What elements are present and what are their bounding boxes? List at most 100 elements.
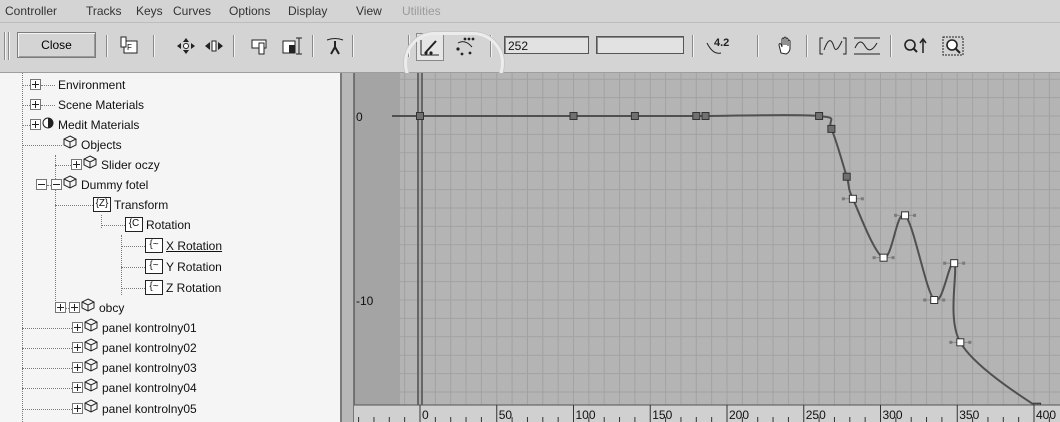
tree-item-medit-materials[interactable]: Medit Materials <box>22 116 139 134</box>
separator <box>757 35 759 57</box>
keyframe <box>630 112 639 120</box>
add-keys-icon[interactable] <box>322 33 348 59</box>
toolbar-grip <box>4 32 6 60</box>
curve-editor-graph[interactable]: 0 -10 0 50 100 150 200 250 300 350 400 <box>342 73 1060 422</box>
cube-icon <box>83 338 99 357</box>
keyframe <box>901 211 910 220</box>
keyframe <box>692 112 701 120</box>
tangent-handle-end <box>891 256 895 260</box>
tree-label: Y Rotation <box>166 260 222 274</box>
material-sphere-icon <box>41 116 55 134</box>
tangent-handle-end <box>962 261 966 265</box>
tree-label: Transform <box>114 198 169 212</box>
tree-label: Z Rotation <box>166 281 222 295</box>
slide-keys-icon[interactable] <box>201 33 227 59</box>
menu-curves[interactable]: Curves <box>173 4 211 18</box>
menu-controller[interactable]: Controller <box>5 4 57 18</box>
tree-item-slider-oczy[interactable]: Slider oczy <box>55 155 160 174</box>
move-keys-icon[interactable] <box>173 33 199 59</box>
pan-hand-icon[interactable] <box>773 33 799 59</box>
tree-item-x-rotation[interactable]: {~ X Rotation <box>121 237 222 255</box>
ruler-label: 150 <box>652 408 672 422</box>
frame-values-icon[interactable] <box>852 33 882 59</box>
separator <box>352 35 354 57</box>
transform-controller-icon: {Z} <box>93 197 111 213</box>
tree-item-dummy-fotel[interactable]: Dummy fotel <box>36 175 148 194</box>
keyframe <box>848 194 857 203</box>
menu-display[interactable]: Display <box>288 4 327 18</box>
keyframe <box>930 296 939 304</box>
tree-label: Scene Materials <box>58 98 145 112</box>
scale-keys-icon[interactable] <box>248 33 274 59</box>
tree-item-objects[interactable]: Objects <box>22 135 122 154</box>
cube-icon <box>83 318 99 337</box>
graph-left-border <box>342 73 354 422</box>
tree-item-panel-kontrolny03[interactable]: panel kontrolny03 <box>22 358 197 377</box>
tree-label: panel kontrolny01 <box>102 321 197 335</box>
menu-options[interactable]: Options <box>229 4 270 18</box>
frame-horizontal-icon[interactable] <box>818 33 848 59</box>
tree-item-y-rotation[interactable]: {~ Y Rotation <box>121 258 222 276</box>
keyframe <box>879 253 888 262</box>
keyframe <box>701 112 710 120</box>
curve-canvas[interactable]: 0 -10 0 50 100 150 200 250 300 350 400 <box>342 73 1060 422</box>
cube-icon <box>83 358 99 377</box>
tree-item-obcy[interactable]: obcy <box>55 298 125 317</box>
separator <box>806 35 808 57</box>
rotation-controller-icon: {C <box>125 217 143 233</box>
menu-tracks[interactable]: Tracks <box>86 4 122 18</box>
separator <box>106 35 108 57</box>
tangent-handle-end <box>923 298 927 302</box>
curve-controller-icon: {~ <box>145 238 163 254</box>
zoom-region-icon[interactable] <box>940 33 966 59</box>
menu-bar: Controller Tracks Keys Curves Options Di… <box>0 0 1060 23</box>
separator <box>233 35 235 57</box>
tree-item-panel-kontrolny01[interactable]: panel kontrolny01 <box>22 318 197 337</box>
tree-item-scene-materials[interactable]: Scene Materials <box>22 96 144 114</box>
cube-icon <box>83 378 99 397</box>
keyframe <box>827 124 836 133</box>
tree-item-panel-kontrolny04[interactable]: panel kontrolny04 <box>22 378 197 397</box>
tree-item-z-rotation[interactable]: {~ Z Rotation <box>121 279 221 297</box>
tree-label: obcy <box>99 301 125 315</box>
menu-keys[interactable]: Keys <box>136 4 163 18</box>
show-selected-key-stats-icon[interactable]: 4.2 <box>703 33 737 59</box>
tangent-handle-end <box>968 340 972 344</box>
track-view-hierarchy: Environment Scene Materials Medit Materi… <box>0 73 342 422</box>
ruler-label: 100 <box>576 408 596 422</box>
toolbar-grip-2 <box>8 32 10 60</box>
keyframe <box>416 112 424 120</box>
tree-item-environment[interactable]: Environment <box>22 76 125 94</box>
tree-label: panel kontrolny04 <box>102 381 197 395</box>
tree-label: Environment <box>58 78 126 92</box>
time-ruler <box>354 405 1060 422</box>
close-button[interactable]: Close <box>17 32 96 58</box>
separator <box>312 35 314 57</box>
tree-item-panel-kontrolny02[interactable]: panel kontrolny02 <box>22 338 197 357</box>
tree-item-rotation[interactable]: {C Rotation <box>101 216 191 234</box>
menu-utilities: Utilities <box>402 4 441 18</box>
cube-icon <box>80 298 96 317</box>
toolbar: Close F 252 4.2 <box>0 23 1060 94</box>
tree-item-transform[interactable]: {Z} Transform <box>55 196 168 214</box>
scale-values-icon[interactable] <box>279 33 305 59</box>
frame-field[interactable]: 252 <box>504 36 589 54</box>
menu-view[interactable]: View <box>356 4 382 18</box>
separator <box>890 35 892 57</box>
tree-label: Medit Materials <box>58 118 140 132</box>
tangent-handle-end <box>943 261 947 265</box>
value-field[interactable] <box>596 36 684 54</box>
filters-icon[interactable]: F <box>118 33 144 59</box>
tree-label: panel kontrolny02 <box>102 341 197 355</box>
curve-controller-icon: {~ <box>145 280 163 296</box>
tree-label: Slider oczy <box>101 158 160 172</box>
tangent-handle-end <box>860 197 864 201</box>
cube-icon <box>62 175 78 194</box>
zoom-icon[interactable] <box>900 33 930 59</box>
cube-icon <box>82 155 98 174</box>
tangent-handle-end <box>841 197 845 201</box>
ruler-label: 350 <box>959 408 979 422</box>
svg-text:F: F <box>127 43 132 52</box>
tree-label: panel kontrolny03 <box>102 361 197 375</box>
tree-item-panel-kontrolny05[interactable]: panel kontrolny05 <box>22 399 197 418</box>
